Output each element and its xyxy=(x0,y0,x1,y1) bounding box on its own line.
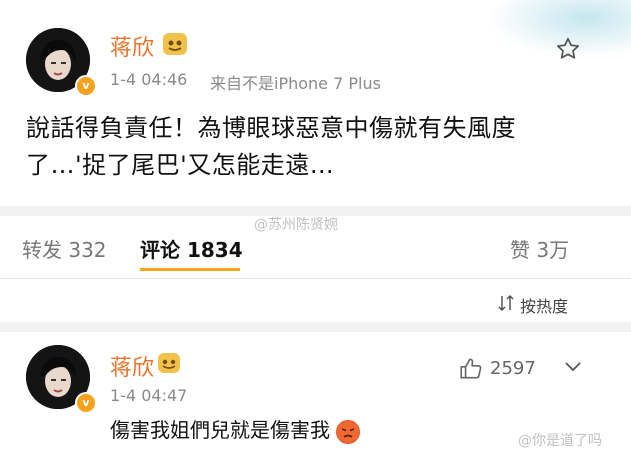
comment-timestamp: 1-4 04:47 xyxy=(110,386,188,405)
active-tab-indicator xyxy=(140,268,240,271)
tab-comments[interactable]: 评论 1834 xyxy=(140,234,243,263)
sort-icon xyxy=(497,294,515,316)
sort-by-heat[interactable]: 按热度 xyxy=(520,293,568,317)
post-timestamp: 1-4 04:46 xyxy=(110,70,188,89)
angry-face-emoji-icon xyxy=(336,419,361,444)
post-text-line-2: 了…'捉了尾巴'又怎能走遠… xyxy=(26,151,335,179)
comment-like-count: 2597 xyxy=(490,358,536,379)
comment-text-content: 傷害我姐們兒就是傷害我 xyxy=(110,418,330,442)
watermark-center: @苏州陈贤婉 xyxy=(254,217,338,233)
tab-repost[interactable]: 转发 332 xyxy=(22,234,107,263)
tabs-divider xyxy=(0,278,631,279)
tab-likes[interactable]: 赞 3万 xyxy=(510,234,569,263)
favorite-star-icon[interactable] xyxy=(555,36,581,66)
post-author-name[interactable]: 蒋欣 xyxy=(110,30,154,62)
member-crown-icon xyxy=(163,33,187,55)
thumbs-up-icon[interactable] xyxy=(458,356,484,386)
section-divider-2 xyxy=(0,322,631,332)
comment-text: 傷害我姐們兒就是傷害我 xyxy=(110,414,361,444)
watermark-corner: @你是道了吗 xyxy=(518,433,602,449)
comment-author-name[interactable]: 蒋欣 xyxy=(110,350,154,382)
post-source: 来自不是iPhone 7 Plus xyxy=(210,74,381,93)
post-text-line-1: 說話得負責任！為博眼球惡意中傷就有失風度 xyxy=(26,114,516,142)
comment-member-icon xyxy=(158,353,180,373)
verified-badge-icon: v xyxy=(75,75,97,97)
more-chevron-icon[interactable] xyxy=(562,356,584,382)
comment-verified-badge-icon: v xyxy=(75,392,97,414)
